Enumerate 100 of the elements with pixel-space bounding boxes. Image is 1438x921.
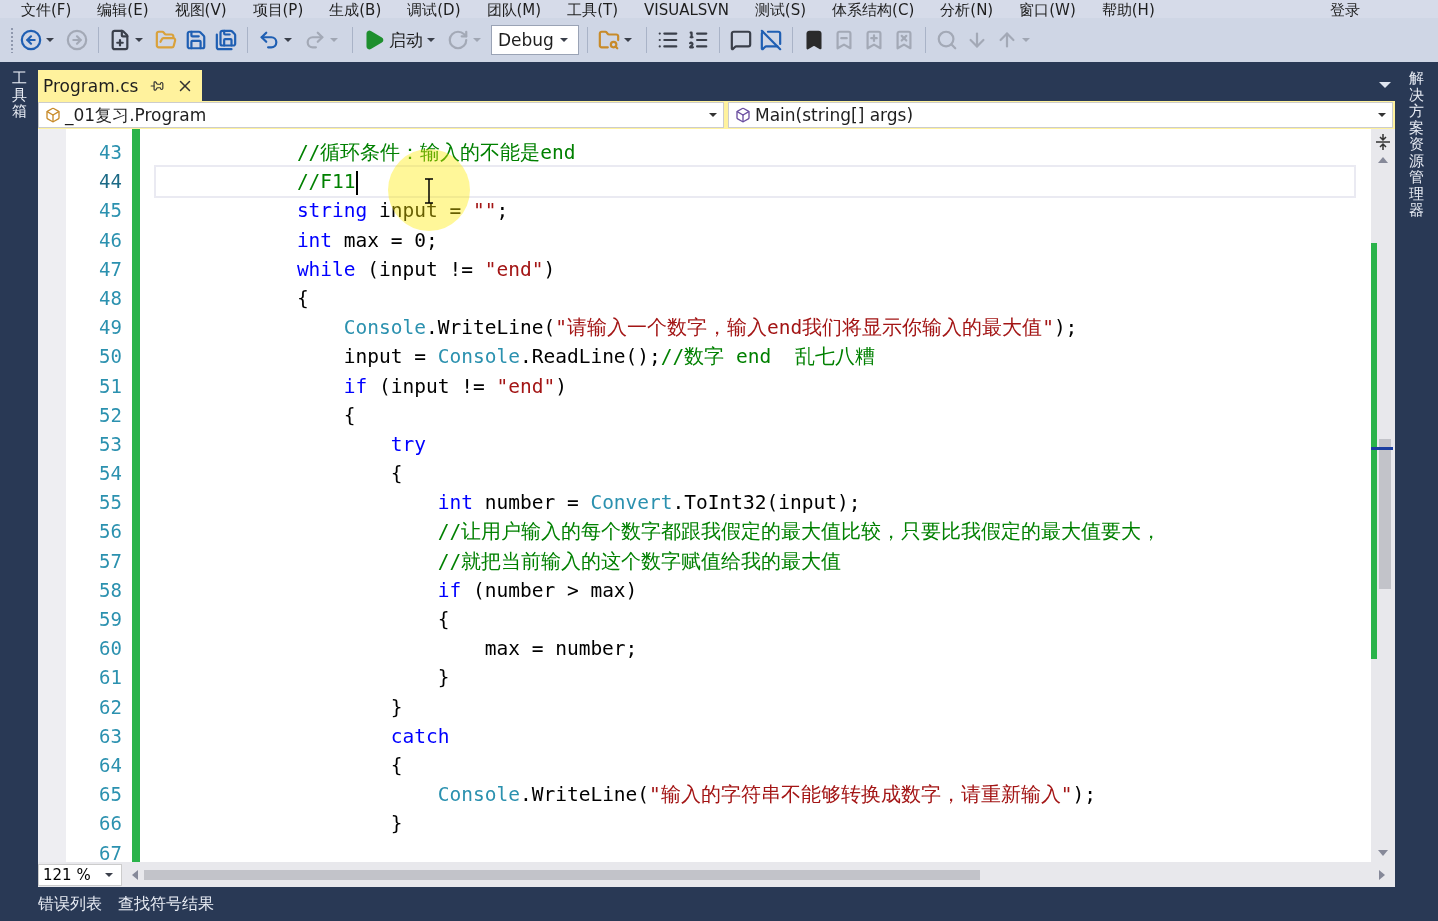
caret-icon <box>560 38 568 42</box>
menu-item[interactable]: 窗口(W) <box>1006 3 1089 18</box>
refresh-icon <box>447 29 469 51</box>
line-number: 49 <box>98 315 123 341</box>
bookmark-icon <box>893 29 915 51</box>
code-line: //F11 <box>156 167 1354 197</box>
menu-item[interactable]: VISUALSVN <box>631 3 742 18</box>
code-line: try <box>389 431 428 458</box>
list-icon <box>657 29 679 51</box>
code-line: } <box>389 811 404 838</box>
code-line: { <box>436 607 451 633</box>
menu-item[interactable]: 工具(T) <box>554 3 632 18</box>
line-number: 51 <box>98 373 123 399</box>
code-line: { <box>389 752 404 779</box>
line-number: 45 <box>98 198 123 224</box>
line-number: 47 <box>98 256 123 282</box>
code-line: { <box>389 461 404 488</box>
menu-item[interactable]: 分析(N) <box>927 3 1007 18</box>
line-number: 53 <box>98 431 123 457</box>
vertical-scrollbar[interactable] <box>1371 129 1395 862</box>
code-line: } <box>389 694 404 721</box>
search-icon <box>936 29 958 51</box>
horizontal-scrollbar[interactable] <box>132 867 1385 882</box>
caret-position-marker <box>1371 447 1393 450</box>
line-number: 61 <box>98 665 123 691</box>
line-number: 62 <box>98 694 123 720</box>
code-line: { <box>295 285 310 312</box>
menu-item[interactable]: 项目(P) <box>239 3 317 18</box>
save-all-button[interactable] <box>213 27 239 53</box>
menu-item[interactable]: 文件(F) <box>8 3 85 18</box>
code-line: Console.WriteLine("输入的字符串不能够转换成数字，请重新输入"); <box>436 782 1098 809</box>
line-number: 66 <box>98 811 123 837</box>
bottom-panel-tab[interactable]: 错误列表 <box>38 893 102 915</box>
line-number: 44 <box>98 169 123 195</box>
line-number: 52 <box>98 402 123 428</box>
code-line: while (input != "end") <box>295 256 557 283</box>
class-icon <box>45 107 61 123</box>
sign-in-link[interactable]: 登录 <box>1330 3 1360 18</box>
tab-menu-caret-icon[interactable] <box>1379 82 1391 88</box>
code-line: input = Console.ReadLine();//数字 end 乱七八糟 <box>342 344 876 371</box>
comment-icon <box>730 29 752 51</box>
save-all-icon <box>215 29 237 51</box>
bottom-panel-tab[interactable]: 查找符号结果 <box>118 893 214 915</box>
folder-icon <box>155 29 177 51</box>
menu-item[interactable]: 生成(B) <box>316 3 395 18</box>
undo-icon <box>258 29 280 51</box>
line-number: 50 <box>98 344 123 370</box>
zoom-dropdown[interactable]: 121 % <box>38 863 122 886</box>
member-dropdown[interactable]: Main(string[] args) <box>728 102 1393 128</box>
code-line: if (number > max) <box>436 577 639 604</box>
new-file-icon <box>109 29 131 51</box>
code-line: } <box>436 665 451 692</box>
scrollbar-thumb[interactable] <box>1379 439 1391 589</box>
redo-icon <box>304 29 326 51</box>
menu-item[interactable]: 体系结构(C) <box>819 3 928 18</box>
menu-item[interactable]: 团队(M) <box>473 3 555 18</box>
line-number: 43 <box>98 140 123 165</box>
toolbox-panel-tab[interactable]: 工具箱 <box>11 70 27 120</box>
pin-icon[interactable] <box>150 78 165 93</box>
code-line: int max = 0; <box>295 227 439 254</box>
code-line: //循环条件：输入的不能是end <box>295 140 577 166</box>
code-line: int number = Convert.ToInt32(input); <box>436 490 862 517</box>
line-number: 60 <box>98 636 123 662</box>
menu-item[interactable]: 调试(D) <box>394 3 474 18</box>
bookmark-icon <box>803 29 825 51</box>
menu-item[interactable]: 编辑(E) <box>84 3 162 18</box>
code-line: catch <box>389 723 451 750</box>
play-icon <box>363 29 385 51</box>
line-number: 48 <box>98 285 123 311</box>
menu-item[interactable]: 测试(S) <box>741 3 820 18</box>
configuration-dropdown[interactable]: Debug <box>491 25 579 55</box>
scrollbar-thumb[interactable] <box>144 869 980 880</box>
line-number: 54 <box>98 461 123 487</box>
code-line: max = number; <box>483 636 639 663</box>
solution-explorer-panel-tab[interactable]: 解决方案资源管理器 <box>1409 70 1424 219</box>
line-number: 56 <box>98 519 123 545</box>
menu-item[interactable]: 帮助(H) <box>1088 3 1168 18</box>
line-number: 64 <box>98 752 123 778</box>
bookmark-icon <box>863 29 885 51</box>
code-line: { <box>342 402 357 429</box>
type-dropdown[interactable]: _01复习.Program <box>38 102 724 128</box>
code-line: //就把当前输入的这个数字赋值给我的最大值 <box>436 548 843 575</box>
code-line: if (input != "end") <box>342 373 568 400</box>
split-icon[interactable] <box>1375 133 1391 151</box>
line-number: 46 <box>98 227 123 253</box>
uncomment-icon <box>760 29 782 51</box>
uncomment-button[interactable] <box>758 27 784 53</box>
line-number: 58 <box>98 577 123 603</box>
line-number: 65 <box>98 782 123 808</box>
save-icon <box>185 29 207 51</box>
text-cursor-icon <box>424 178 434 204</box>
menu-item[interactable]: 视图(V) <box>161 3 240 18</box>
method-icon <box>735 107 751 123</box>
document-tab[interactable]: Program.cs <box>38 70 203 101</box>
code-line: Console.WriteLine("请输入一个数字，输入end我们将显示你输入的最大值"); <box>342 315 1079 342</box>
start-button[interactable]: 启动 <box>361 26 441 54</box>
line-number: 63 <box>98 723 123 749</box>
line-number: 55 <box>98 490 123 516</box>
numbered-list-icon <box>687 29 709 51</box>
folder-search-icon <box>598 29 620 51</box>
